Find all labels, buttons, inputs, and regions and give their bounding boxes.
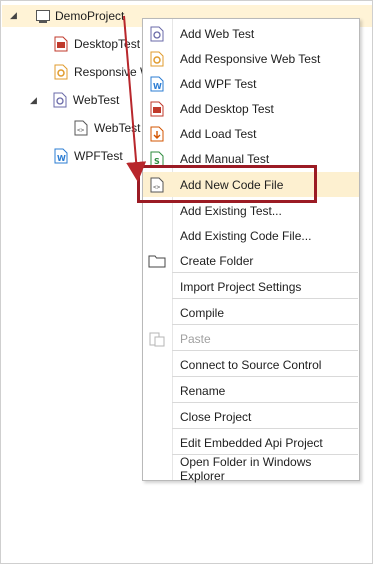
red-arrow-annotation xyxy=(123,15,147,182)
